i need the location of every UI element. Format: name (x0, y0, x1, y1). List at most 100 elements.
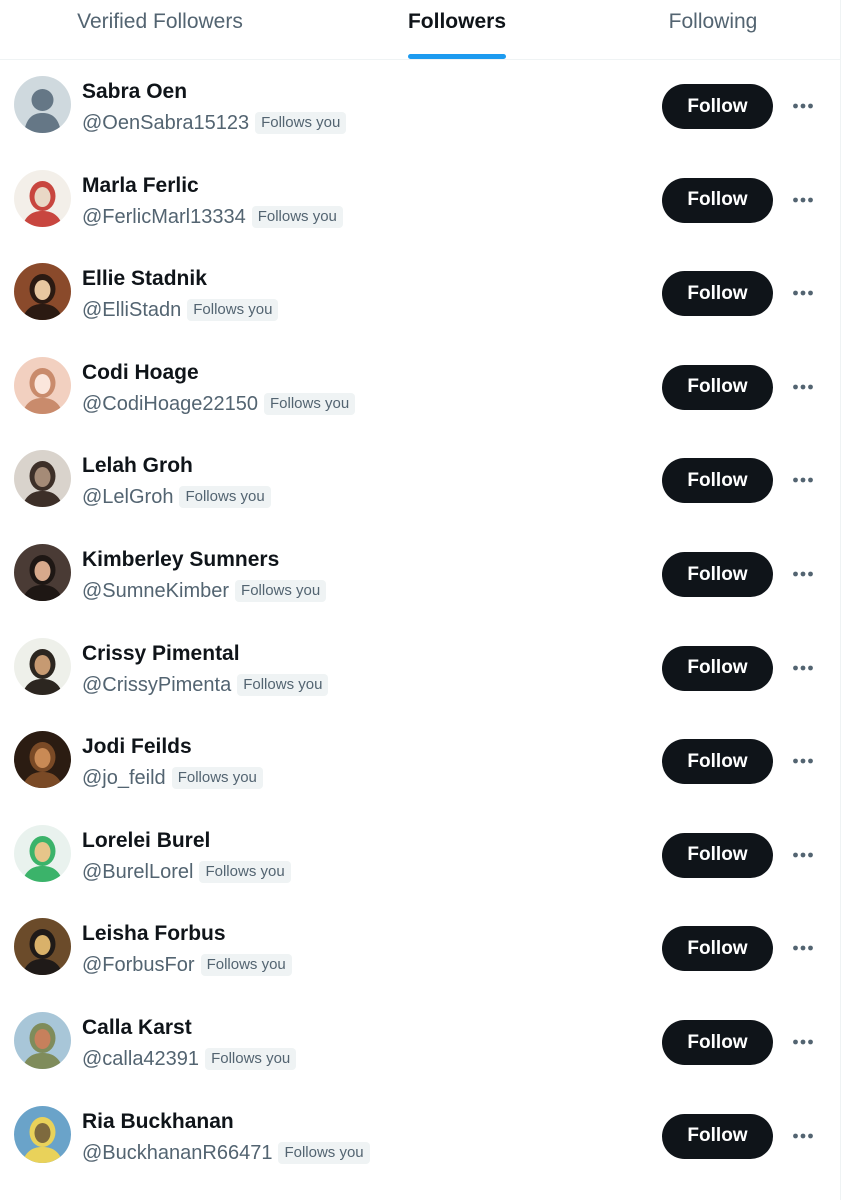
follower-row[interactable]: Sabra Oen @OenSabra15123 Follows you Follow (0, 60, 840, 153)
follower-row[interactable]: Calla Karst @calla42391 Follows you Follow (0, 996, 840, 1089)
handle-line: @calla42391 Follows you (82, 1045, 297, 1073)
follows-you-badge: Follows you (255, 112, 347, 134)
follow-button[interactable]: Follow (662, 458, 773, 504)
avatar[interactable] (14, 731, 71, 789)
follows-you-badge: Follows you (205, 1048, 297, 1070)
handle-line: @SumneKimber Follows you (82, 577, 327, 605)
follower-handle: @SumneKimber (82, 580, 230, 602)
more-options-icon[interactable] (786, 841, 820, 869)
handle-line: @ElliStadn Follows you (82, 296, 279, 324)
follower-name[interactable]: Leisha Forbus (82, 920, 226, 948)
avatar[interactable] (14, 918, 71, 976)
follower-handle: @CodiHoage22150 (82, 392, 258, 415)
tab-label: Following (668, 10, 758, 33)
avatar[interactable] (14, 76, 71, 133)
followers-page: Verified Followers Followers Following S… (0, 0, 841, 1200)
avatar[interactable] (14, 1105, 71, 1163)
follower-handle: @FerlicMarl13334 (82, 205, 246, 228)
follows-you-badge: Follows you (200, 954, 292, 977)
follower-handle: @LelGroh (82, 486, 174, 509)
follower-row[interactable]: Crissy Pimental @CrissyPimenta Follows you… (0, 622, 840, 715)
avatar[interactable] (14, 169, 71, 227)
follower-name[interactable]: Sabra Oen (82, 78, 187, 106)
follow-button[interactable]: Follow (662, 739, 773, 785)
more-options-icon[interactable] (786, 373, 820, 401)
follower-row[interactable]: Codi Hoage @CodiHoage22150 Follows you Foll… (0, 341, 840, 434)
follower-handle: @ElliStadn (82, 299, 182, 322)
follower-name[interactable]: Lelah Groh (82, 452, 193, 480)
more-options-icon[interactable] (786, 934, 820, 962)
follows-you-badge: Follows you (278, 1141, 370, 1164)
follow-button[interactable]: Follow (662, 84, 773, 129)
follower-name[interactable]: Ellie Stadnik (82, 265, 207, 293)
follower-handle: @calla42391 (82, 1048, 200, 1070)
handle-line: @jo_feild Follows you (82, 764, 263, 792)
follow-button[interactable]: Follow (662, 1113, 773, 1159)
follower-handle: @BuckhananR66471 (82, 1141, 273, 1164)
follower-row[interactable]: Lorelei Burel @BurelLorel Follows you Follo… (0, 809, 840, 902)
follow-button[interactable]: Follow (662, 552, 773, 597)
handle-line: @CrissyPimenta Follows you (82, 671, 329, 699)
follow-button[interactable]: Follow (662, 177, 773, 223)
avatar[interactable] (14, 450, 71, 508)
handle-line: @LelGroh Follows you (82, 483, 271, 511)
follower-row[interactable]: Leisha Forbus @ForbusFor Follows you Follow (0, 902, 840, 995)
follow-button[interactable]: Follow (662, 832, 773, 878)
follow-button[interactable]: Follow (662, 364, 773, 410)
follower-name[interactable]: Jodi Feilds (82, 733, 192, 761)
follows-you-badge: Follows you (171, 767, 263, 790)
follower-name[interactable]: Lorelei Burel (82, 827, 210, 855)
tab-bar: Verified Followers Followers Following (0, 0, 840, 60)
tab-followers[interactable]: Followers (320, 0, 594, 59)
avatar[interactable] (14, 356, 71, 414)
avatar[interactable] (14, 544, 71, 601)
follows-you-badge: Follows you (237, 673, 329, 696)
avatar[interactable] (14, 637, 71, 695)
follows-you-badge: Follows you (264, 392, 356, 415)
follower-row[interactable]: Jodi Feilds @jo_feild Follows you Follow (0, 715, 840, 808)
follower-name[interactable]: Ria Buckhanan (82, 1108, 234, 1136)
follower-name[interactable]: Codi Hoage (82, 359, 199, 387)
follow-button[interactable]: Follow (662, 926, 773, 972)
follows-you-badge: Follows you (179, 486, 271, 509)
tab-label: Verified Followers (77, 10, 243, 33)
follower-row[interactable]: Ellie Stadnik @ElliStadn Follows you Follow (0, 247, 840, 340)
follower-name[interactable]: Crissy Pimental (82, 640, 240, 668)
follower-name[interactable]: Marla Ferlic (82, 172, 199, 200)
follower-row[interactable]: Kimberley Sumners @SumneKimber Follows you… (0, 528, 840, 621)
follower-handle: @ForbusFor (82, 954, 195, 977)
tab-verified-followers[interactable]: Verified Followers (0, 0, 320, 59)
follow-button[interactable]: Follow (662, 1020, 773, 1065)
more-options-icon[interactable] (786, 279, 820, 307)
follower-name[interactable]: Kimberley Sumners (82, 546, 279, 574)
avatar[interactable] (14, 1012, 71, 1069)
more-options-icon[interactable] (786, 186, 820, 214)
follower-name[interactable]: Calla Karst (82, 1014, 192, 1042)
more-options-icon[interactable] (786, 654, 820, 682)
follower-row[interactable]: Ria Buckhanan @BuckhananR66471 Follows you… (0, 1090, 840, 1183)
avatar[interactable] (14, 263, 71, 321)
follower-handle: @jo_feild (82, 767, 166, 790)
follower-row[interactable]: Marla Ferlic @FerlicMarl13334 Follows you F… (0, 154, 840, 247)
follow-button[interactable]: Follow (662, 645, 773, 691)
more-options-icon[interactable] (786, 747, 820, 775)
tab-following[interactable]: Following (594, 0, 832, 59)
handle-line: @FerlicMarl13334 Follows you (82, 203, 343, 231)
more-options-icon[interactable] (786, 466, 820, 494)
follows-you-badge: Follows you (251, 205, 343, 228)
tab-label: Followers (407, 10, 507, 33)
follower-handle: @CrissyPimenta (82, 673, 232, 696)
more-options-icon[interactable] (786, 92, 820, 120)
more-options-icon[interactable] (786, 1122, 820, 1150)
avatar[interactable] (14, 824, 71, 882)
active-tab-indicator (408, 54, 506, 59)
follows-you-badge: Follows you (187, 299, 279, 322)
handle-line: @BurelLorel Follows you (82, 858, 291, 886)
handle-line: @ForbusFor Follows you (82, 951, 292, 979)
more-options-icon[interactable] (786, 1028, 820, 1056)
handle-line: @CodiHoage22150 Follows you (82, 390, 356, 418)
follow-button[interactable]: Follow (662, 271, 773, 317)
more-options-icon[interactable] (786, 560, 820, 588)
follows-you-badge: Follows you (235, 580, 327, 602)
follower-row[interactable]: Lelah Groh @LelGroh Follows you Follow (0, 434, 840, 527)
